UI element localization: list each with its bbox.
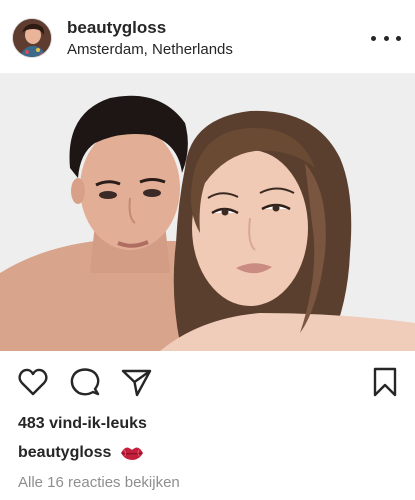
bookmark-icon[interactable]	[369, 366, 401, 398]
more-dot	[383, 35, 389, 41]
view-all-comments-link[interactable]: Alle 16 reacties bekijken	[18, 473, 180, 493]
more-options-icon[interactable]	[371, 28, 401, 48]
lips-kiss-mark-icon	[120, 445, 144, 461]
more-dot	[371, 35, 376, 41]
post-photo[interactable]	[0, 73, 415, 351]
post-username[interactable]: beautygloss	[67, 18, 166, 38]
more-dot	[396, 35, 401, 41]
post-location[interactable]: Amsterdam, Netherlands	[67, 41, 233, 59]
comment-bubble-icon[interactable]	[69, 366, 101, 398]
caption-username[interactable]: beautygloss	[18, 443, 111, 463]
likes-count[interactable]: 483 vind-ik-leuks	[18, 414, 147, 434]
post-actions	[0, 352, 415, 410]
avatar[interactable]	[12, 18, 52, 58]
heart-icon[interactable]	[17, 366, 49, 398]
post-header: beautygloss Amsterdam, Netherlands	[0, 0, 415, 72]
paper-plane-icon[interactable]	[120, 366, 152, 398]
caption: beautygloss	[18, 443, 144, 463]
